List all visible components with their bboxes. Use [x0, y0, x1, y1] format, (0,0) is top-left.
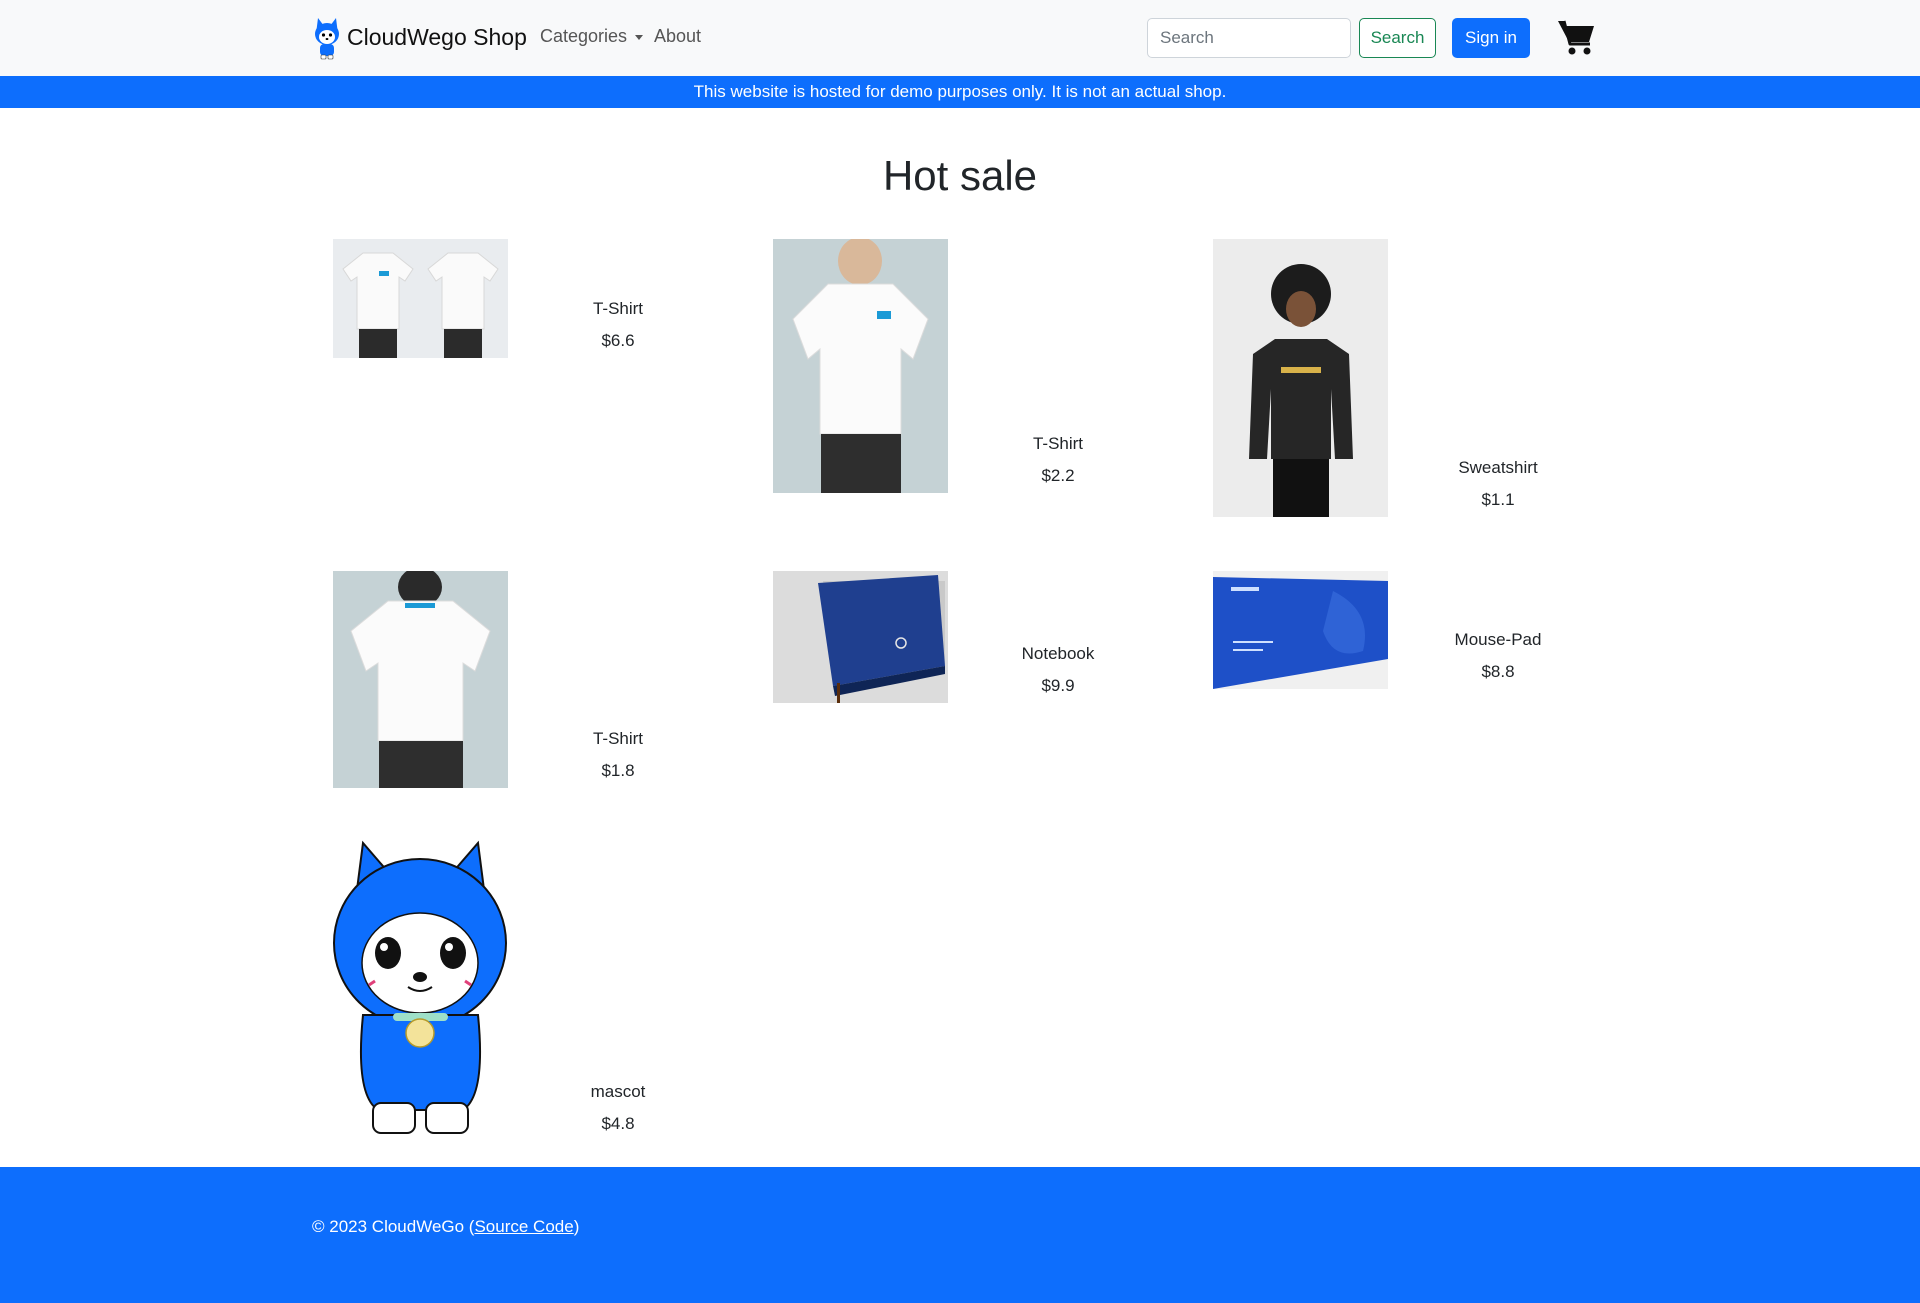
product-price: $8.8 [1481, 662, 1515, 681]
categories-label: Categories [540, 26, 628, 46]
product-price: $6.6 [601, 331, 635, 350]
product-price: $1.1 [1481, 490, 1515, 509]
product-name: T-Shirt [592, 729, 644, 748]
product-price: $9.9 [1041, 676, 1075, 695]
footer-copyright: © 2023 CloudWeGo (Source Code) [312, 1217, 579, 1237]
copyright-text: © 2023 CloudWeGo ( [312, 1217, 475, 1236]
mascot-logo-icon [315, 18, 339, 60]
product-image[interactable] [773, 571, 948, 703]
demo-notice-banner: This website is hosted for demo purposes… [0, 76, 1920, 108]
page-title: Hot sale [882, 152, 1038, 199]
product-name: Sweatshirt [1458, 458, 1538, 477]
product-price: $4.8 [601, 1114, 635, 1133]
product-image[interactable] [333, 571, 508, 788]
caret-down-icon [635, 34, 644, 40]
navbar: CloudWego Shop Categories About Search S… [0, 0, 1920, 76]
product-image[interactable] [333, 835, 508, 1141]
search-input[interactable] [1147, 18, 1351, 58]
product-name: mascot [590, 1082, 646, 1101]
product-image[interactable] [773, 239, 948, 493]
about-link[interactable]: About [654, 26, 701, 47]
product-name: T-Shirt [592, 299, 644, 318]
footer: © 2023 CloudWeGo (Source Code) [0, 1167, 1920, 1303]
source-code-link[interactable]: Source Code [474, 1217, 573, 1236]
product-price: $2.2 [1041, 466, 1075, 485]
product-image[interactable] [1213, 239, 1388, 517]
product-name: T-Shirt [1032, 434, 1084, 453]
brand-name: CloudWego Shop [347, 23, 527, 50]
product-name: Notebook [1021, 644, 1095, 663]
copyright-closing: ) [573, 1217, 580, 1236]
search-button[interactable]: Search [1359, 18, 1436, 58]
about-label: About [654, 26, 702, 46]
categories-dropdown[interactable]: Categories [540, 26, 644, 47]
brand-link[interactable]: CloudWego Shop [311, 12, 527, 62]
product-price: $1.8 [601, 761, 635, 780]
product-name: Mouse-Pad [1454, 630, 1542, 649]
product-image[interactable] [1213, 571, 1388, 689]
shopping-cart-icon[interactable] [1557, 18, 1597, 56]
product-image[interactable] [333, 239, 508, 358]
sign-in-button[interactable]: Sign in [1452, 18, 1530, 58]
